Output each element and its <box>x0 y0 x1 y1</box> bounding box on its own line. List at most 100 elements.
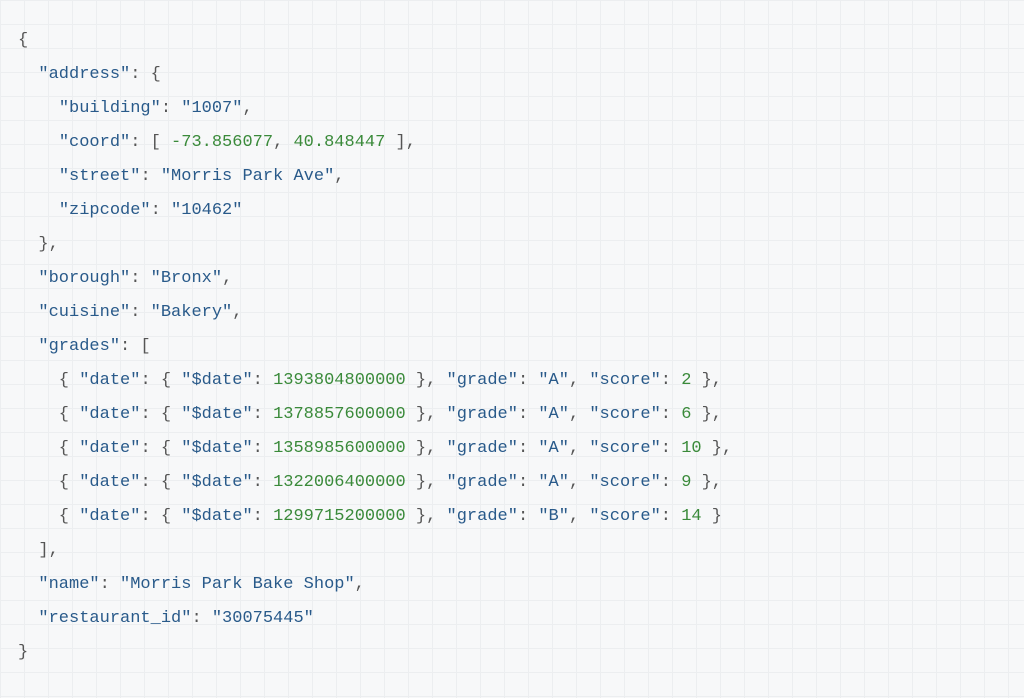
token-punct: : <box>661 439 681 458</box>
token-punct: { <box>18 439 79 458</box>
code-line: { "date": { "$date": 1358985600000 }, "g… <box>18 432 1006 466</box>
token-string: "A" <box>538 473 569 492</box>
token-punct: }, <box>691 405 722 424</box>
token-punct <box>18 609 38 628</box>
token-string: "Morris Park Ave" <box>161 167 334 186</box>
token-punct: : <box>130 269 150 288</box>
token-string: "1007" <box>181 99 242 118</box>
token-punct: , <box>273 133 293 152</box>
token-punct: , <box>355 575 365 594</box>
token-key: "restaurant_id" <box>38 609 191 628</box>
token-punct: }, <box>406 507 447 526</box>
code-line: { "date": { "$date": 1393804800000 }, "g… <box>18 364 1006 398</box>
token-string: "Morris Park Bake Shop" <box>120 575 355 594</box>
token-number: 10 <box>681 439 701 458</box>
token-string: "10462" <box>171 201 242 220</box>
token-punct: : <box>518 405 538 424</box>
token-punct: : <box>253 405 273 424</box>
token-punct: , <box>232 303 242 322</box>
token-punct: : [ <box>120 337 151 356</box>
token-key: "date" <box>79 405 140 424</box>
token-punct: : <box>130 303 150 322</box>
token-number: 2 <box>681 371 691 390</box>
token-punct: } <box>702 507 722 526</box>
token-punct: : { <box>140 371 181 390</box>
code-line: "name": "Morris Park Bake Shop", <box>18 568 1006 602</box>
token-punct: }, <box>691 473 722 492</box>
token-punct: , <box>569 371 589 390</box>
code-line: "address": { <box>18 58 1006 92</box>
token-punct <box>18 303 38 322</box>
token-key: "building" <box>59 99 161 118</box>
token-number: 14 <box>681 507 701 526</box>
token-string: "A" <box>538 405 569 424</box>
token-number: 40.848447 <box>293 133 385 152</box>
code-line: "coord": [ -73.856077, 40.848447 ], <box>18 126 1006 160</box>
token-punct <box>18 269 38 288</box>
code-line: } <box>18 636 1006 670</box>
code-line: "building": "1007", <box>18 92 1006 126</box>
token-key: "score" <box>589 405 660 424</box>
token-punct: , <box>569 507 589 526</box>
token-punct: ], <box>385 133 416 152</box>
code-line: { "date": { "$date": 1378857600000 }, "g… <box>18 398 1006 432</box>
token-string: "Bakery" <box>151 303 233 322</box>
token-punct: , <box>569 439 589 458</box>
token-punct: : [ <box>130 133 171 152</box>
token-punct: : { <box>140 507 181 526</box>
token-punct: : <box>661 371 681 390</box>
token-punct: : <box>191 609 211 628</box>
token-punct <box>18 65 38 84</box>
code-line: "street": "Morris Park Ave", <box>18 160 1006 194</box>
token-punct: }, <box>406 473 447 492</box>
token-number: 1358985600000 <box>273 439 406 458</box>
token-key: "zipcode" <box>59 201 151 220</box>
token-key: "$date" <box>181 439 252 458</box>
token-key: "$date" <box>181 405 252 424</box>
token-number: 1393804800000 <box>273 371 406 390</box>
code-line: ], <box>18 534 1006 568</box>
json-code-block: { "address": { "building": "1007", "coor… <box>18 24 1006 670</box>
token-key: "score" <box>589 439 660 458</box>
code-line: "zipcode": "10462" <box>18 194 1006 228</box>
token-punct: : { <box>140 439 181 458</box>
token-punct: : <box>518 473 538 492</box>
token-key: "grade" <box>447 473 518 492</box>
token-number: 1378857600000 <box>273 405 406 424</box>
token-punct: { <box>18 405 79 424</box>
token-punct: : <box>661 405 681 424</box>
code-line: { "date": { "$date": 1299715200000 }, "g… <box>18 500 1006 534</box>
token-number: -73.856077 <box>171 133 273 152</box>
token-number: 9 <box>681 473 691 492</box>
token-key: "date" <box>79 473 140 492</box>
token-string: "A" <box>538 371 569 390</box>
token-punct: }, <box>691 371 722 390</box>
token-key: "grade" <box>447 439 518 458</box>
token-punct: , <box>334 167 344 186</box>
token-punct: : <box>661 507 681 526</box>
token-key: "$date" <box>181 473 252 492</box>
token-punct: : <box>161 99 181 118</box>
token-punct <box>18 201 59 220</box>
token-punct: : <box>253 371 273 390</box>
token-punct: }, <box>18 235 59 254</box>
token-punct: : <box>253 507 273 526</box>
code-line: }, <box>18 228 1006 262</box>
code-line: "restaurant_id": "30075445" <box>18 602 1006 636</box>
token-key: "date" <box>79 439 140 458</box>
token-punct: , <box>569 405 589 424</box>
token-key: "score" <box>589 371 660 390</box>
token-punct: { <box>18 371 79 390</box>
token-key: "date" <box>79 507 140 526</box>
token-key: "cuisine" <box>38 303 130 322</box>
token-punct: : <box>518 439 538 458</box>
code-line: { "date": { "$date": 1322006400000 }, "g… <box>18 466 1006 500</box>
token-key: "score" <box>589 473 660 492</box>
token-punct: }, <box>406 439 447 458</box>
token-punct: : <box>518 507 538 526</box>
token-key: "score" <box>589 507 660 526</box>
token-punct: : <box>253 473 273 492</box>
token-string: "A" <box>538 439 569 458</box>
token-punct: : { <box>140 473 181 492</box>
token-key: "street" <box>59 167 141 186</box>
